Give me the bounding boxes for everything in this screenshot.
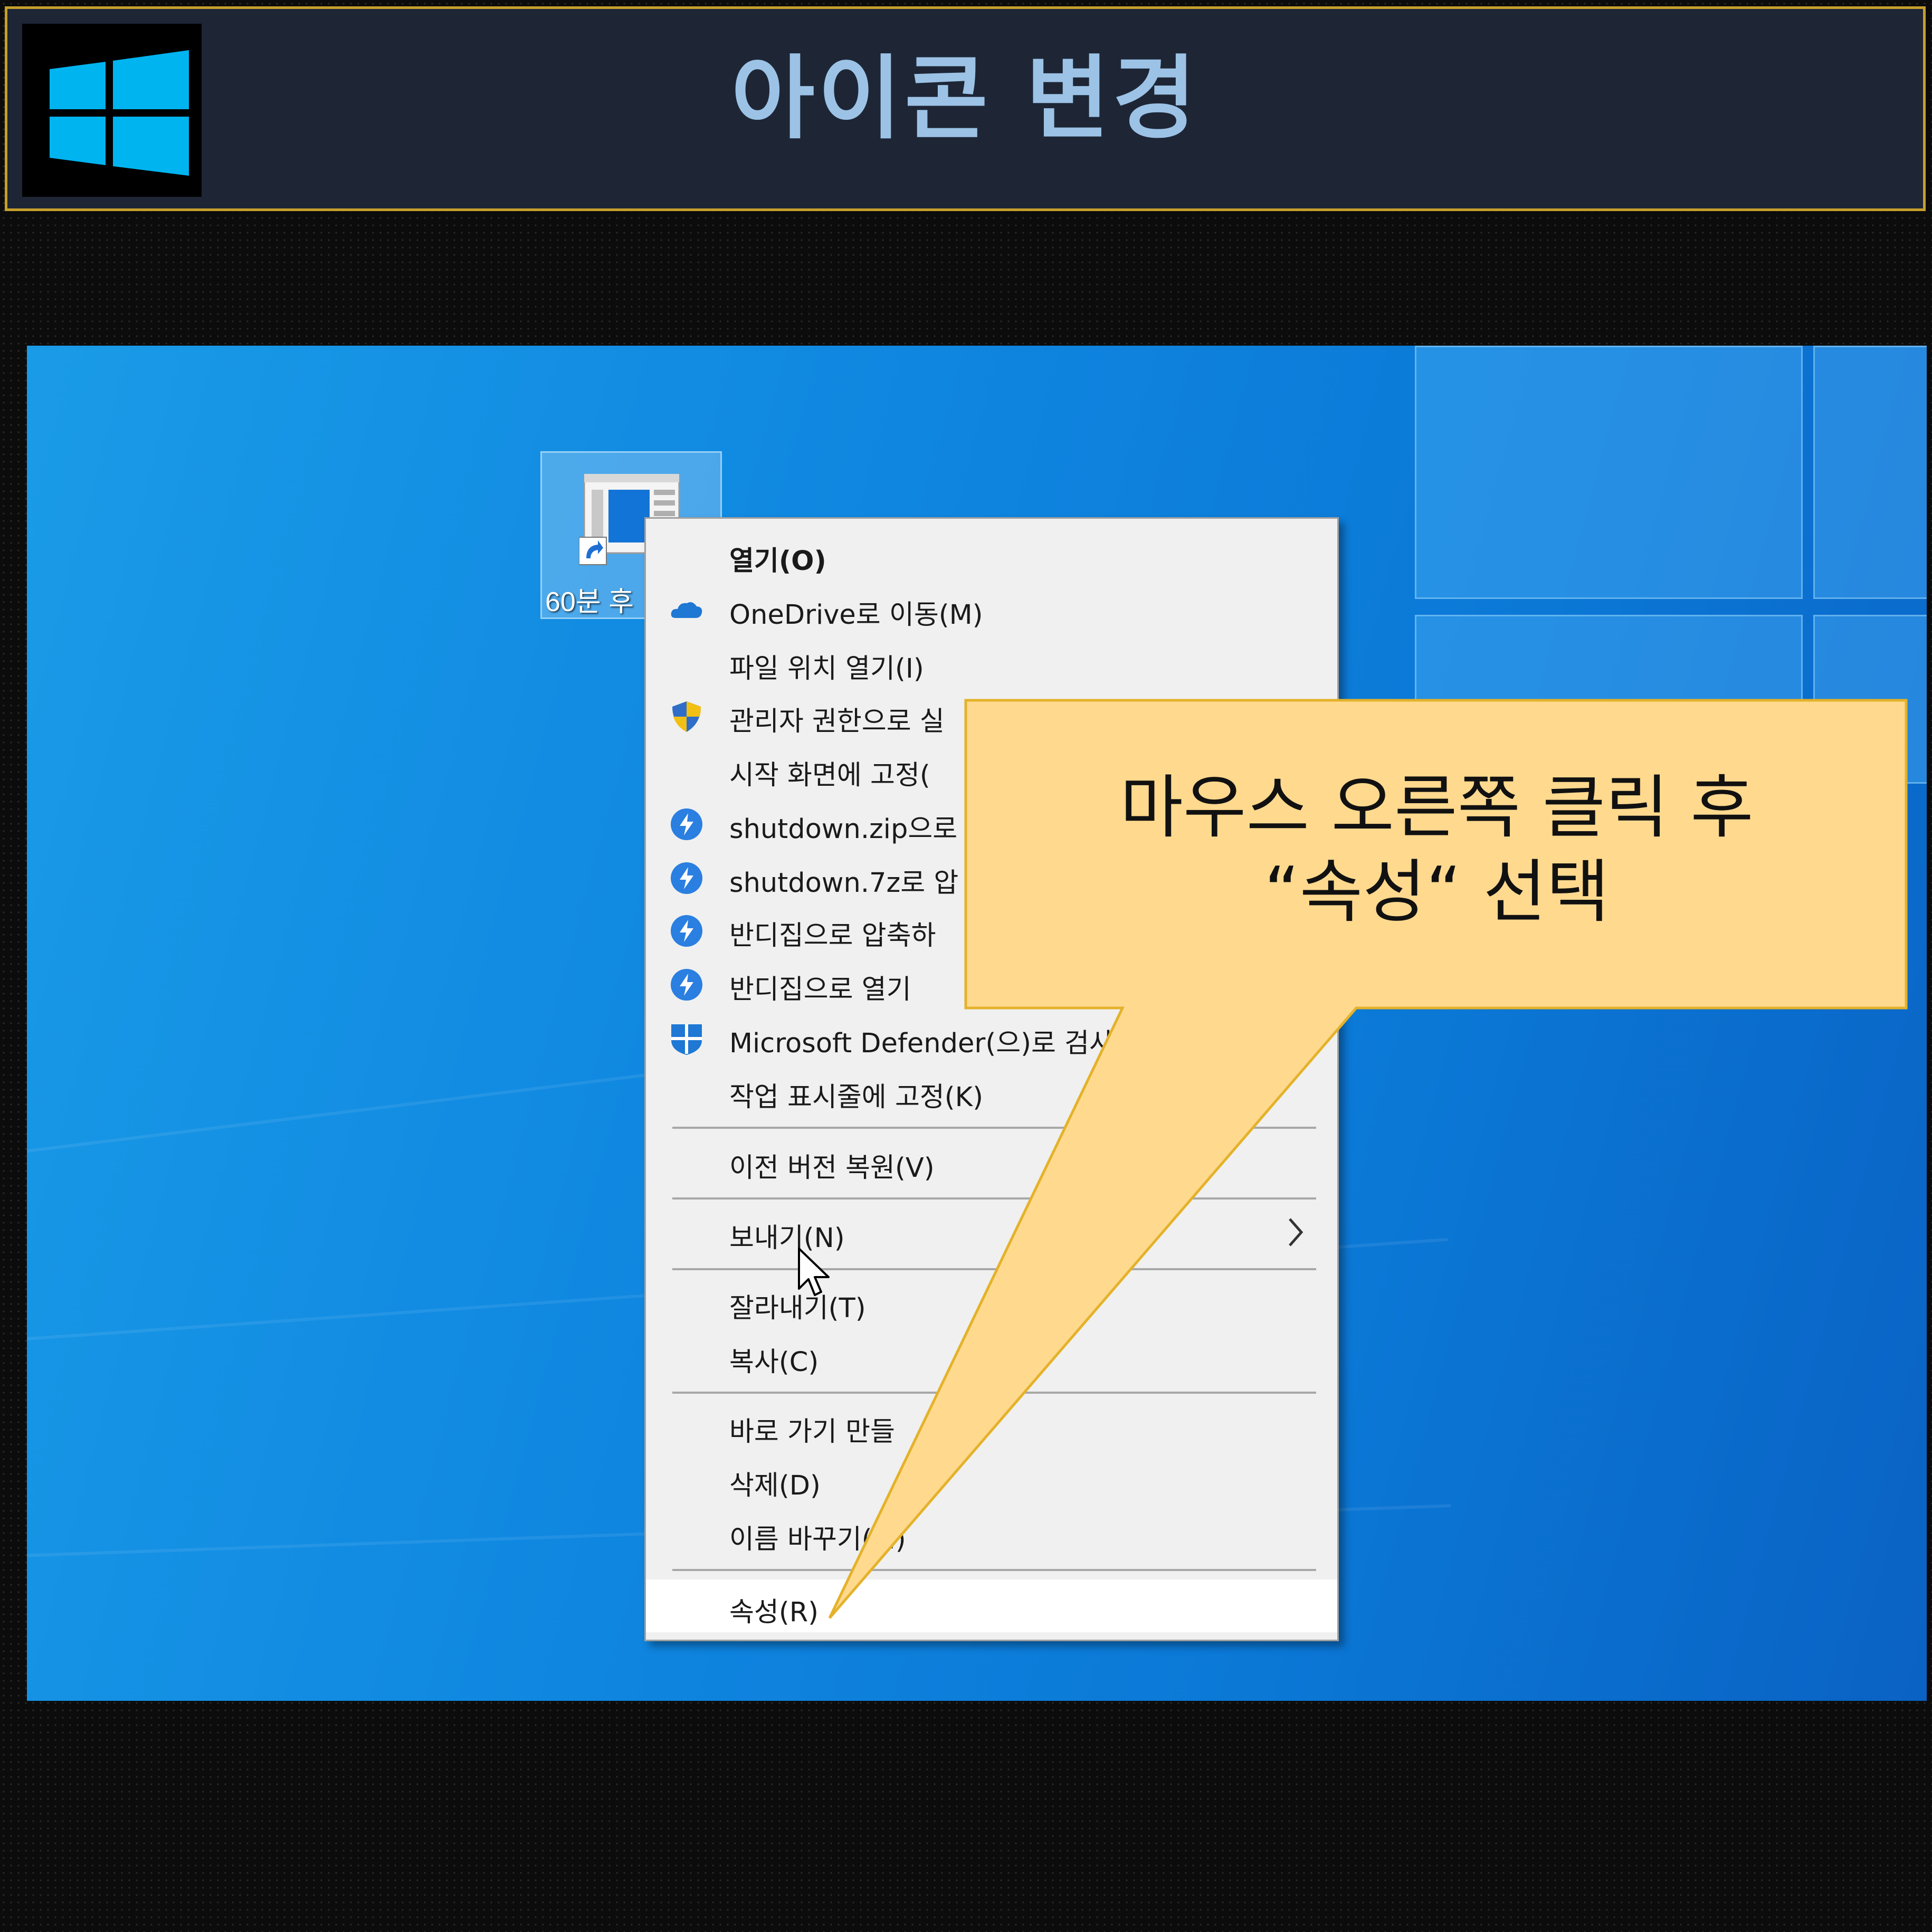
- menu-item-label: 복사(C): [729, 1347, 819, 1378]
- page-title: 아이콘 변경: [731, 45, 1200, 151]
- menu-item-label: 파일 위치 열기(I): [729, 653, 924, 684]
- menu-item-copy[interactable]: 복사(C): [646, 1331, 1337, 1380]
- menu-item-open-bandizip[interactable]: 반디집으로 열기: [646, 959, 1337, 1007]
- menu-separator: [672, 1268, 1316, 1270]
- callout-line-1: 마우스 오른쪽 클릭 후: [1120, 767, 1754, 848]
- menu-item-send-to[interactable]: 보내기(N): [646, 1207, 1337, 1256]
- menu-item-label: 속성(R): [729, 1597, 819, 1628]
- context-menu: 열기(O) OneDrive로 이동(M) 파일 위치 열기(I) 관리자 권한…: [644, 517, 1339, 1641]
- bandizip-icon: [671, 862, 702, 894]
- menu-item-label: 작업 표시줄에 고정(K): [729, 1082, 984, 1113]
- callout-text: 마우스 오른쪽 클릭 후 “속성“ 선택: [966, 765, 1908, 934]
- callout-line-2: “속성“ 선택: [1264, 852, 1610, 932]
- menu-item-cut[interactable]: 잘라내기(T): [646, 1278, 1337, 1326]
- mouse-cursor-icon: [798, 1248, 830, 1296]
- bandizip-icon: [671, 969, 702, 1001]
- menu-item-label: shutdown.zip으로: [729, 814, 958, 845]
- wallpaper-window-pane: [1415, 615, 1803, 784]
- menu-item-label: OneDrive로 이동(M): [729, 599, 983, 631]
- chevron-right-icon: [1289, 1218, 1303, 1246]
- onedrive-cloud-icon: [671, 602, 702, 618]
- menu-separator: [672, 1127, 1316, 1129]
- menu-item-label: 관리자 권한으로 실: [729, 706, 945, 737]
- bandizip-icon: [671, 808, 702, 840]
- menu-item-rename[interactable]: 이름 바꾸기(M): [646, 1509, 1337, 1557]
- menu-item-create-shortcut[interactable]: 바로 가기 만들: [646, 1401, 1337, 1450]
- menu-item-label: shutdown.7z로 압: [729, 868, 959, 899]
- menu-item-delete[interactable]: 삭제(D): [646, 1455, 1337, 1503]
- menu-item-label: 반디집으로 압축하: [729, 920, 936, 951]
- bandizip-icon: [671, 915, 702, 947]
- menu-item-open-file-location[interactable]: 파일 위치 열기(I): [646, 638, 1337, 687]
- menu-item-label: 열기(O): [729, 546, 826, 577]
- menu-item-label: 이름 바꾸기(M): [729, 1524, 906, 1555]
- menu-item-restore-previous-versions[interactable]: 이전 버전 복원(V): [646, 1137, 1337, 1186]
- menu-item-label: Microsoft Defender(으)로 검사: [729, 1028, 1115, 1059]
- menu-item-label: 바로 가기 만들: [729, 1416, 895, 1448]
- menu-item-run-as-admin[interactable]: 관리자 권한으로 실: [646, 691, 1337, 739]
- menu-item-open[interactable]: 열기(O): [646, 530, 1337, 579]
- uac-shield-icon: [672, 701, 701, 732]
- menu-item-label: 삭제(D): [729, 1470, 821, 1501]
- menu-separator: [672, 1392, 1316, 1394]
- title-banner: 아이콘 변경: [5, 6, 1926, 211]
- menu-item-pin-to-taskbar[interactable]: 작업 표시줄에 고정(K): [646, 1067, 1337, 1115]
- menu-item-defender-scan[interactable]: Microsoft Defender(으)로 검사: [646, 1013, 1337, 1061]
- desktop-icon-label: 60분 후: [545, 587, 634, 617]
- wallpaper-window-pane: [1813, 346, 1927, 599]
- wallpaper-window-pane: [1813, 615, 1927, 784]
- menu-separator: [672, 1197, 1316, 1200]
- menu-separator: [672, 1569, 1316, 1571]
- desktop-screenshot: 60분 후 열기(O) OneDrive로 이동(M) 파일 위치 열기(I) …: [27, 346, 1927, 1701]
- menu-item-properties[interactable]: 속성(R): [646, 1579, 1337, 1632]
- menu-item-move-to-onedrive[interactable]: OneDrive로 이동(M): [646, 584, 1337, 633]
- menu-item-label: 이전 버전 복원(V): [729, 1153, 935, 1184]
- menu-item-label: 시작 화면에 고정(: [729, 760, 930, 791]
- menu-item-label: 반디집으로 열기: [729, 974, 911, 1005]
- defender-shield-icon: [671, 1024, 702, 1055]
- wallpaper-window-pane: [1415, 346, 1803, 599]
